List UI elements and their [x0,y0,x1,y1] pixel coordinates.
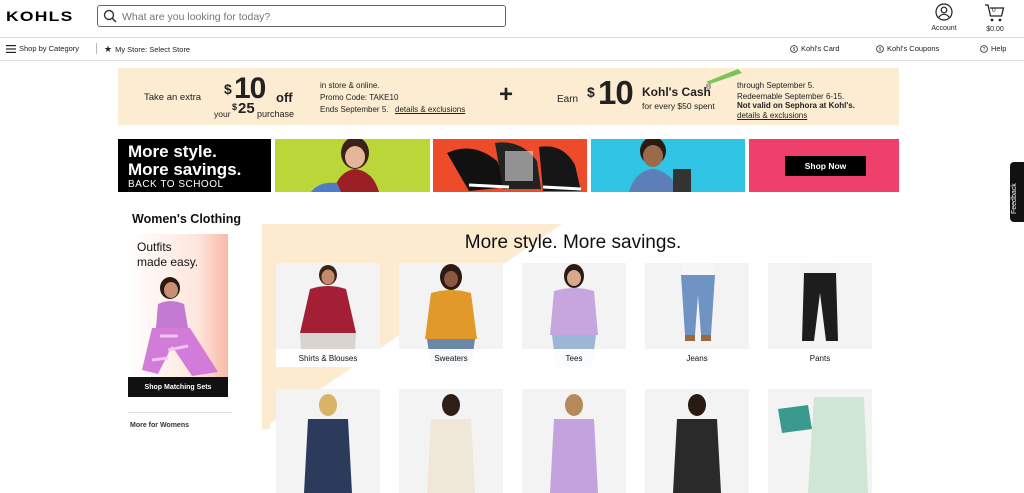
promo-take-extra: Take an extra [144,92,202,103]
category-label: Pants [768,349,872,367]
promo-through: through September 5. [737,81,815,90]
shop-by-category-label: Shop by Category [19,44,80,53]
boy-photo-tile[interactable] [591,139,745,192]
category-tile-row2-3[interactable] [522,389,626,493]
banner-line-1: More style. [128,142,217,161]
coupon-icon: $ [876,44,884,53]
promo-line1: in store & online. [320,81,380,90]
card-text-1: Outfits [137,240,172,254]
womens-clothing-title: Women's Clothing [132,212,241,226]
secondary-nav: Shop by Category ★ My Store: Select Stor… [0,37,1024,61]
kohls-cash-title: Kohl's Cash [642,85,711,99]
matching-sets-card[interactable]: Outfits made easy. Shop Matching Sets [128,234,228,397]
account-button[interactable]: Account [929,3,959,32]
svg-text:?: ? [983,46,986,52]
more-for-womens-heading: More for Womens [130,422,189,429]
svg-text:$: $ [879,46,882,51]
help-label: Help [991,44,1007,53]
shop-matching-sets-button[interactable]: Shop Matching Sets [128,377,228,397]
account-label: Account [931,25,957,32]
cart-count: 0 [992,7,996,14]
card-icon: $ [790,44,798,53]
promo-earn: Earn [557,94,579,105]
search-input[interactable] [120,8,494,26]
sneakers-image [447,142,582,191]
category-shirts-blouses[interactable]: Shirts & Blouses [276,263,380,367]
shop-now-button[interactable]: Shop Now [785,156,866,176]
promo-not-valid: Not valid on Sephora at Kohl's. [737,101,855,110]
promo-dollar-sign-25: $ [232,102,238,112]
kohls-logo[interactable]: KOHLS [6,8,74,24]
product-image [304,394,352,493]
kohls-coupons-link[interactable]: $ Kohl's Coupons [876,44,939,53]
promo-banner[interactable]: Take an extra $ 10 off your $ 25 purchas… [118,68,899,125]
category-jeans[interactable]: Jeans [645,263,749,367]
promo-off: off [276,90,293,105]
category-label: Jeans [645,349,749,367]
help-icon: ? [980,44,988,53]
category-tile-row2-5[interactable] [768,389,872,493]
help-link[interactable]: ? Help [980,44,1006,53]
hamburger-icon [6,44,16,53]
promo-dollar-sign-2: $ [587,84,595,100]
category-tile-row2-4[interactable] [645,389,749,493]
my-store-button[interactable]: ★ My Store: Select Store [104,44,190,55]
promo-amount-2: 10 [598,74,634,111]
sidebar-divider [128,412,232,413]
category-label: Shirts & Blouses [276,349,380,367]
account-icon [935,3,953,21]
category-sweaters[interactable]: Sweaters [399,263,503,367]
product-image [778,397,868,493]
details-exclusions-link-2[interactable]: details & exclusions [737,111,807,120]
cart-total: $0.00 [986,26,1004,33]
promo-redeemable: Redeemable September 6-15. [737,92,845,101]
promo-plus: + [499,81,514,108]
search-icon [103,9,117,23]
section-heading: More style. More savings. [464,232,682,253]
product-image [427,394,475,493]
header: KOHLS Account 0 $0.00 [0,0,1024,36]
divider [96,43,97,54]
matching-sets-model-image [142,277,218,376]
promo-ends: Ends September 5. [320,105,389,114]
student-girl-image [311,139,379,192]
search-box[interactable] [97,5,506,27]
promo-amount-25: 25 [238,100,255,117]
back-to-school-tile[interactable]: More style. More savings. BACK TO SCHOOL [118,139,271,192]
category-pants[interactable]: Pants [768,263,872,367]
kohls-cash-reg: ® [706,84,712,91]
kohls-coupons-label: Kohl's Coupons [887,44,940,53]
promo-code: Promo Code: TAKE10 [320,93,399,102]
cart-button[interactable]: 0 $0.00 [983,3,1007,33]
kohls-cash-for-every: for every $50 spent [642,101,715,111]
my-store-label: My Store: Select Store [115,45,191,54]
shop-by-category-button[interactable]: Shop by Category [6,44,79,53]
kohls-card-link[interactable]: $ Kohl's Card [790,44,840,53]
feedback-tab[interactable]: Feedback [1010,162,1024,222]
promo-your: your [214,109,231,119]
promo-dollar-sign: $ [224,81,232,97]
product-image [550,394,598,493]
promo-purchase: purchase [257,109,295,119]
product-image [673,394,721,493]
details-exclusions-link[interactable]: details & exclusions [395,105,465,114]
banner-line-2: More savings. [128,160,242,179]
card-text-2: made easy. [137,255,199,269]
kohls-card-label: Kohl's Card [801,44,840,53]
student-boy-image [629,139,691,192]
category-label: Tees [522,349,626,367]
category-tile-row2-2[interactable] [399,389,503,493]
category-tees[interactable]: Tees [522,263,626,367]
feedback-label: Feedback [1011,183,1018,214]
star-icon: ★ [104,44,113,54]
banner-line-3: BACK TO SCHOOL [128,179,224,190]
category-label: Sweaters [399,349,503,367]
girl-photo-tile[interactable] [275,139,430,192]
shoes-photo-tile[interactable] [433,139,587,192]
svg-text:$: $ [793,46,796,51]
category-tile-row2-1[interactable] [276,389,380,493]
